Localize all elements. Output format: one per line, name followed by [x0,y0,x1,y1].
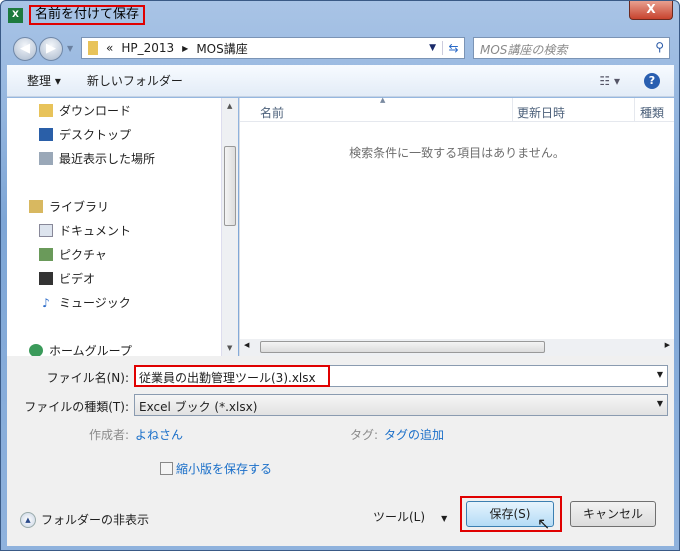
column-name[interactable]: 名前 [260,104,284,121]
search-icon: ⚲ [655,40,664,54]
author-label: 作成者: [88,428,129,442]
save-thumbnail-checkbox[interactable]: 縮小版を保存する [160,460,272,477]
empty-message: 検索条件に一致する項目はありません。 [349,146,565,160]
documents-icon [39,224,53,237]
recent-pages-dropdown-icon[interactable]: ▼ [67,44,73,53]
tags-label: タグ: [350,428,379,442]
view-options-icon[interactable]: ☷ ▾ [599,74,620,88]
save-form: ファイル名(N): 従業員の出勤管理ツール(3).xlsx ▼ ファイルの種類(… [7,356,674,546]
pictures-icon [39,248,53,261]
videos-icon [39,272,53,285]
nav-libraries[interactable]: ライブラリ [29,198,109,215]
scroll-down-icon[interactable]: ▼ [227,344,232,352]
navigation-scrollbar[interactable]: ▲ ▼ [221,98,238,356]
search-input[interactable]: MOS講座の検索 ⚲ [473,37,670,59]
scroll-thumb[interactable] [224,146,236,226]
nav-homegroup[interactable]: ホームグループ [29,342,132,356]
file-list: 名前 ▲ 更新日時 種類 検索条件に一致する項目はありません。 ◀ ▶ [239,96,674,356]
address-dropdown-icon[interactable]: ▼ [429,43,436,53]
filetype-value: Excel ブック (*.xlsx) [139,400,258,414]
scroll-right-icon[interactable]: ▶ [665,341,670,349]
save-thumbnail-label[interactable]: 縮小版を保存する [176,460,272,477]
save-as-dialog: X 名前を付けて保存 X ◀ ▶ ▼ « HP_2013 ▶ MOS講座 ▼ ⇆… [0,0,680,551]
nav-desktop[interactable]: デスクトップ [39,126,131,143]
column-modified[interactable]: 更新日時 [512,98,565,122]
help-icon[interactable]: ? [644,72,660,89]
toolbar: 整理 ▾ 新しいフォルダー ☷ ▾ ? [7,65,674,97]
homegroup-icon [29,344,43,356]
horizontal-scrollbar[interactable]: ◀ ▶ [240,339,674,356]
nav-documents[interactable]: ドキュメント [39,222,131,239]
nav-videos[interactable]: ビデオ [39,270,95,287]
mouse-cursor-icon: ↖ [537,514,551,533]
hide-folders-button[interactable]: ▲ フォルダーの非表示 [20,511,149,528]
back-button[interactable]: ◀ [13,37,37,61]
breadcrumb-separator-icon[interactable]: ▶ [182,44,188,53]
close-button[interactable]: X [629,1,673,20]
new-folder-button[interactable]: 新しいフォルダー [87,72,183,89]
filetype-select[interactable]: Excel ブック (*.xlsx) ▼ [134,394,668,416]
breadcrumb-hp2013[interactable]: HP_2013 [121,41,174,55]
collapse-icon: ▲ [20,511,36,528]
tools-button[interactable]: ツール(L) ▼ [373,508,447,525]
organize-button[interactable]: 整理 ▾ [27,72,61,89]
filetype-dropdown-icon[interactable]: ▼ [657,399,663,408]
library-icon [29,200,43,213]
breadcrumb-mos[interactable]: MOS講座 [196,40,247,57]
address-overflow[interactable]: « [106,41,113,55]
dialog-title: 名前を付けて保存 [29,5,146,25]
excel-icon: X [8,8,23,23]
search-placeholder: MOS講座の検索 [480,43,568,57]
hscroll-thumb[interactable] [260,341,545,353]
filename-dropdown-icon[interactable]: ▼ [657,370,663,379]
filename-highlight [134,365,330,387]
nav-music[interactable]: ♪ ミュージック [39,294,131,311]
nav-recent-places[interactable]: 最近表示した場所 [39,150,155,167]
refresh-icon[interactable]: ⇆ [442,41,464,55]
downloads-icon [39,104,53,117]
forward-button[interactable]: ▶ [39,37,63,61]
author-value[interactable]: よねさん [135,426,183,443]
scroll-up-icon[interactable]: ▲ [227,102,232,110]
sort-arrow-icon: ▲ [380,96,386,104]
folder-icon [88,41,98,55]
filetype-label: ファイルの種類(T): [24,400,129,414]
desktop-icon [39,128,53,141]
hide-folders-label: フォルダーの非表示 [41,513,150,527]
filename-input[interactable]: 従業員の出勤管理ツール(3).xlsx ▼ [134,365,668,387]
column-headers: 名前 ▲ 更新日時 種類 [240,96,674,122]
nav-pictures[interactable]: ピクチャ [39,246,107,263]
recent-places-icon [39,152,53,165]
address-bar[interactable]: « HP_2013 ▶ MOS講座 ▼ ⇆ [81,37,465,59]
filename-label: ファイル名(N): [46,371,129,385]
scroll-left-icon[interactable]: ◀ [244,341,249,349]
nav-downloads[interactable]: ダウンロード [39,102,131,119]
music-icon: ♪ [42,296,50,310]
column-type[interactable]: 種類 [634,98,664,122]
checkbox-box[interactable] [160,462,173,475]
navigation-pane: ダウンロード デスクトップ 最近表示した場所 ライブラリ ドキュメント ピクチャ… [7,98,221,356]
tags-value[interactable]: タグの追加 [384,426,444,443]
cancel-button[interactable]: キャンセル [570,501,656,527]
